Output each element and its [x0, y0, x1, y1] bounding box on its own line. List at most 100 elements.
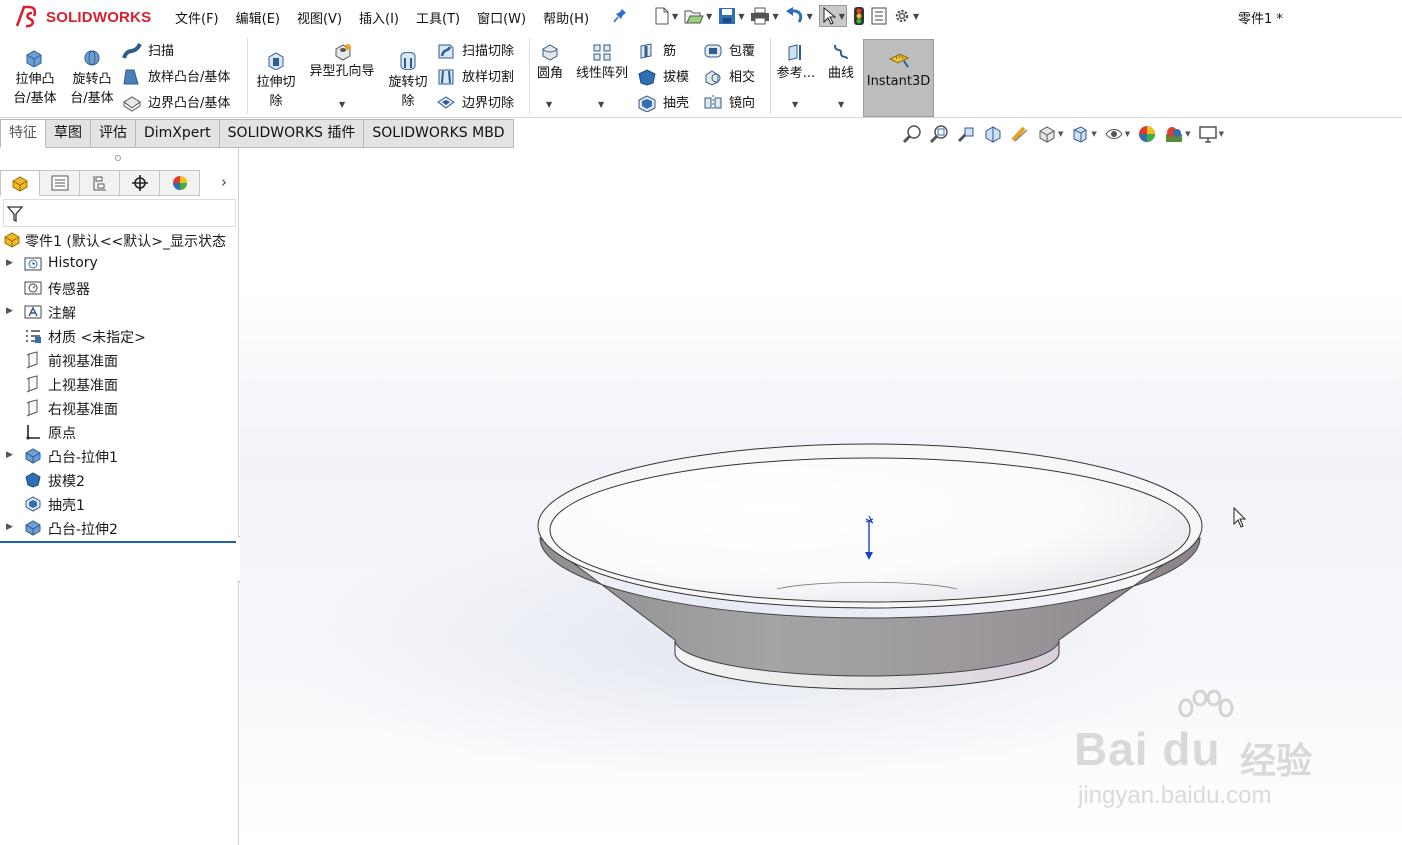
chevron-right-icon[interactable]: ▶	[6, 450, 13, 460]
chevron-right-icon[interactable]: ›	[221, 173, 227, 191]
loft-boss-button[interactable]: 放样凸台/基体	[122, 66, 230, 88]
menu-help[interactable]: 帮助(H)	[543, 8, 589, 27]
chevron-down-icon[interactable]: ▼	[792, 100, 798, 109]
pin-icon[interactable]	[613, 8, 627, 24]
revolved-cut-button[interactable]: 旋转切 除	[384, 52, 432, 111]
tree-item-draft2[interactable]: 拔模2	[0, 468, 238, 492]
plane-icon	[26, 375, 38, 393]
chevron-right-icon[interactable]: ▶	[6, 258, 13, 268]
tab-dimxpert[interactable]: DimXpert	[136, 119, 220, 148]
tab-sketch[interactable]: 草图	[46, 119, 91, 148]
wrap-button[interactable]: 包覆	[703, 40, 755, 62]
edit-appearance-button[interactable]	[1137, 124, 1157, 144]
chevron-down-icon: ▼	[912, 11, 920, 21]
menu-edit[interactable]: 编辑(E)	[236, 8, 280, 27]
tab-property-manager[interactable]	[40, 170, 80, 196]
fillet-button[interactable]: 圆角	[534, 44, 566, 83]
tree-item-history[interactable]: ▶ History	[0, 252, 238, 276]
extruded-boss-button[interactable]: 拉伸凸 台/基体	[10, 50, 60, 108]
revolved-boss-button[interactable]: 旋转凸 台/基体	[66, 50, 118, 108]
chevron-down-icon[interactable]: ▼	[598, 100, 604, 109]
linear-pattern-button[interactable]: 线性阵列	[572, 44, 632, 83]
tree-item-boss-extrude1[interactable]: ▶ 凸台-拉伸1	[0, 444, 238, 468]
sweep-button[interactable]: 扫描	[122, 40, 174, 62]
tree-filter[interactable]	[3, 199, 236, 227]
view-settings-button[interactable]: ▼	[1198, 124, 1224, 144]
zoom-to-fit-button[interactable]	[902, 124, 922, 144]
options-button[interactable]: ▼	[893, 5, 919, 27]
undo-button[interactable]: ▼	[785, 5, 813, 27]
chevron-down-icon[interactable]: ▼	[546, 100, 552, 109]
curves-button[interactable]: 曲线	[824, 44, 858, 83]
tab-feature-manager[interactable]	[0, 170, 40, 196]
tab-addins[interactable]: SOLIDWORKS 插件	[219, 119, 365, 148]
revolved-cut-label-1: 旋转切	[388, 75, 428, 90]
tree-item-right-plane[interactable]: 右视基准面	[0, 396, 238, 420]
new-document-button[interactable]: ▼	[654, 5, 678, 27]
panel-grip[interactable]	[115, 155, 121, 161]
rollback-bar[interactable]	[0, 541, 236, 543]
tree-item-annotations[interactable]: ▶ 注解	[0, 300, 238, 324]
file-properties-button[interactable]	[871, 5, 887, 27]
boundary-cut-button[interactable]: 边界切除	[436, 92, 514, 114]
lofted-cut-button[interactable]: 放样切割	[436, 66, 514, 88]
tree-item-origin[interactable]: 原点	[0, 420, 238, 444]
bowl-model[interactable]	[240, 148, 1402, 845]
tree-root-part[interactable]: 零件1 (默认<<默认>_显示状态	[0, 228, 238, 252]
tree-item-boss-extrude2[interactable]: ▶ 凸台-拉伸2	[0, 516, 238, 540]
tree-item-front-plane[interactable]: 前视基准面	[0, 348, 238, 372]
bowl-inner-surface[interactable]	[549, 457, 1191, 603]
print-button[interactable]: ▼	[750, 5, 779, 27]
rebuild-button[interactable]	[853, 5, 865, 27]
tab-display-manager[interactable]	[160, 170, 200, 196]
extruded-cut-button[interactable]: 拉伸切 除	[252, 52, 300, 111]
apply-scene-button[interactable]: ▼	[1164, 124, 1191, 144]
tab-features[interactable]: 特征	[0, 119, 46, 148]
intersect-button[interactable]: 相交	[703, 66, 755, 88]
menu-tools[interactable]: 工具(T)	[416, 8, 460, 27]
tree-item-shell1[interactable]: 抽壳1	[0, 492, 238, 516]
save-button[interactable]: ▼	[718, 5, 744, 27]
plane-icon	[26, 351, 38, 369]
view-orientation-button[interactable]: ▼	[1037, 124, 1063, 144]
swept-cut-button[interactable]: 扫描切除	[436, 40, 514, 62]
menu-file[interactable]: 文件(F)	[175, 8, 219, 27]
dynamic-annotation-button[interactable]	[1010, 124, 1030, 144]
tab-evaluate[interactable]: 评估	[91, 119, 136, 148]
display-style-button[interactable]: ▼	[1070, 124, 1097, 144]
tree-item-top-plane[interactable]: 上视基准面	[0, 372, 238, 396]
curves-label: 曲线	[827, 66, 854, 81]
reference-geometry-button[interactable]: 参考...	[775, 44, 817, 83]
tab-mbd[interactable]: SOLIDWORKS MBD	[364, 119, 514, 148]
zoom-to-area-icon	[929, 125, 948, 144]
section-view-button[interactable]	[983, 124, 1003, 144]
tree-item-material[interactable]: 材质 <未指定>	[0, 324, 238, 348]
hole-wizard-button[interactable]: 异型孔向导	[305, 44, 379, 81]
zoom-to-area-button[interactable]	[929, 124, 949, 144]
menu-insert[interactable]: 插入(I)	[359, 8, 399, 27]
mirror-button[interactable]: 镜向	[703, 92, 755, 114]
chevron-right-icon[interactable]: ▶	[6, 522, 13, 532]
tree-root-label: 零件1 (默认<<默认>_显示状态	[25, 234, 227, 250]
previous-view-button[interactable]	[956, 124, 976, 144]
menu-window[interactable]: 窗口(W)	[477, 8, 526, 27]
tab-configuration-manager[interactable]	[80, 170, 120, 196]
rib-button[interactable]: 筋	[637, 40, 676, 62]
menu-view[interactable]: 视图(V)	[297, 8, 342, 27]
solidworks-logo[interactable]: SOLIDWORKS	[14, 4, 151, 30]
shell-button[interactable]: 抽壳	[637, 92, 689, 114]
draft-button[interactable]: 拔模	[637, 66, 689, 88]
chevron-down-icon[interactable]: ▼	[339, 100, 345, 109]
select-button[interactable]: ▼	[818, 5, 847, 27]
quick-access-toolbar: ▼ ▼ ▼ ▼ ▼ ▼ ▼	[654, 5, 925, 27]
instant3d-button[interactable]: Instant3D	[863, 39, 934, 117]
tab-dimxpert-manager[interactable]	[120, 170, 160, 196]
reference-geometry-label: 参考...	[776, 66, 816, 81]
hide-show-items-button[interactable]: ▼	[1104, 124, 1130, 144]
open-button[interactable]: ▼	[684, 5, 712, 27]
tree-item-sensors[interactable]: 传感器	[0, 276, 238, 300]
boundary-boss-button[interactable]: 边界凸台/基体	[122, 92, 230, 114]
chevron-down-icon[interactable]: ▼	[838, 100, 844, 109]
chevron-right-icon[interactable]: ▶	[6, 306, 13, 316]
graphics-area[interactable]	[240, 148, 1402, 845]
